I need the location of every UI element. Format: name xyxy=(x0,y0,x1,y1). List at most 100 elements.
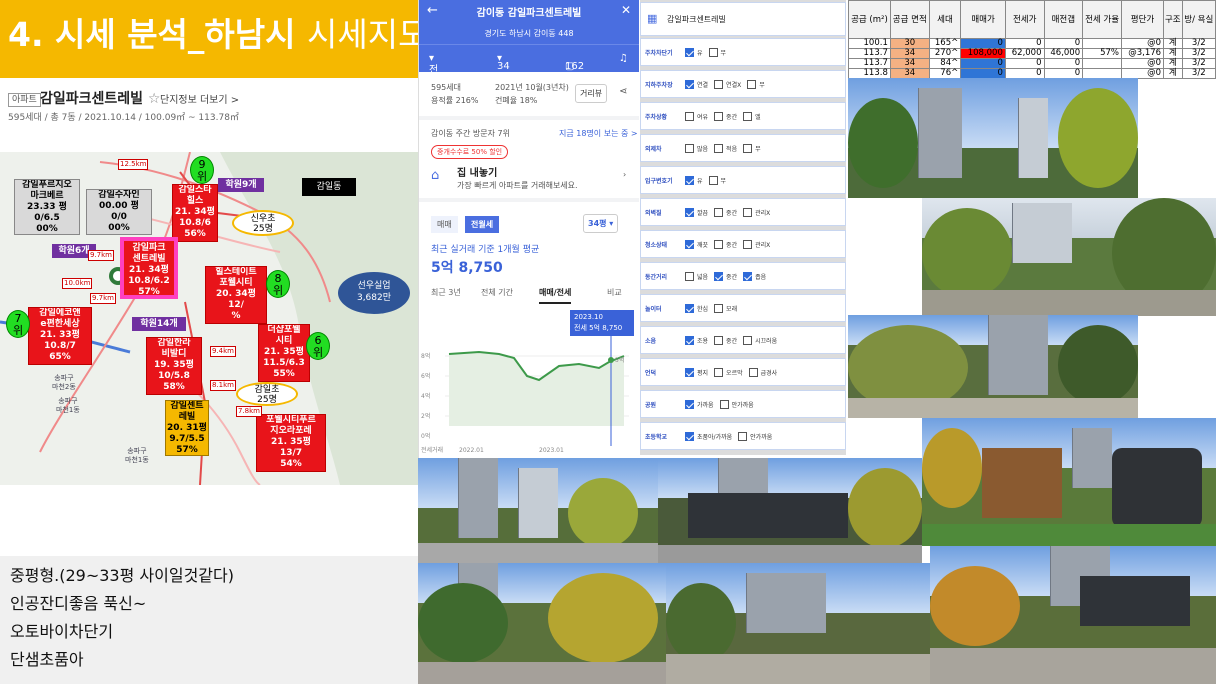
checkbox-option[interactable]: 유 xyxy=(685,175,703,185)
checkbox-checked[interactable] xyxy=(714,271,724,281)
checkbox-option[interactable]: 모래 xyxy=(714,303,737,313)
checkbox-unchecked[interactable] xyxy=(743,239,753,249)
complex-info-link[interactable]: 단지정보 더보기 > xyxy=(160,91,239,106)
tab-sale[interactable]: 매매 xyxy=(431,216,458,233)
checkbox-unchecked[interactable] xyxy=(685,271,694,281)
checkbox-checked[interactable] xyxy=(685,431,694,441)
map-box-hillstate[interactable]: 힐스테이트 포웰시티 20. 34평 12/ % xyxy=(205,266,267,324)
checkbox-unchecked[interactable] xyxy=(685,143,694,153)
checkbox-unchecked[interactable] xyxy=(714,143,724,153)
checkbox-option[interactable]: 조용 xyxy=(685,335,708,345)
checkbox-checked[interactable] xyxy=(685,239,694,249)
checkbox-option[interactable]: 한심 xyxy=(685,303,708,313)
checkbox-option[interactable]: 중간 xyxy=(714,111,737,121)
checkbox-option[interactable]: 시끄러움 xyxy=(743,335,777,345)
bell-icon[interactable]: ♫ xyxy=(619,53,628,64)
size-select[interactable]: 34평 ▾ xyxy=(583,214,619,233)
checkbox-unchecked[interactable] xyxy=(685,111,694,121)
checkbox-unchecked[interactable] xyxy=(748,367,758,377)
chart-tab-sale-rent[interactable]: 매매/전세 xyxy=(539,287,572,304)
checkbox-option[interactable]: 연결X xyxy=(714,79,741,89)
checkbox-option[interactable]: 좁음 xyxy=(743,271,766,281)
checkbox-unchecked[interactable] xyxy=(708,175,718,185)
star-icon[interactable]: ☆ xyxy=(148,91,161,107)
price-map[interactable]: 감일푸르지오 마크베르 23.33 평 0/6.5 00% 감일수자인 00.0… xyxy=(0,152,418,485)
checkbox-unchecked[interactable] xyxy=(743,111,753,121)
map-box-ecopark[interactable]: 감일에코앤 e편한세상 21. 33평 10.8/7 65% xyxy=(28,307,92,365)
checkbox-unchecked[interactable] xyxy=(738,431,748,441)
checkbox-option[interactable]: 유 xyxy=(685,47,703,57)
checkbox-option[interactable]: 엘 xyxy=(743,111,761,121)
checkbox-option[interactable]: 가까움 xyxy=(685,399,714,409)
chart-tab-compare[interactable]: 비교 xyxy=(607,287,622,298)
chart-tab-3y[interactable]: 최근 3년 xyxy=(431,287,461,298)
map-box-hanra[interactable]: 감일한라 비발디 19. 35평 10/5.8 58% xyxy=(146,337,202,395)
map-box-powell-prugio[interactable]: 포웰시티푸르 지오라포레 21. 35평 13/7 54% xyxy=(256,414,326,472)
checkbox-option[interactable]: 초품아/가까움 xyxy=(685,431,732,441)
checkbox-option[interactable]: 급경사 xyxy=(748,367,777,377)
checkbox-unchecked[interactable] xyxy=(708,47,718,57)
tab-rent[interactable]: 전월세 xyxy=(465,216,500,233)
chevron-right-icon[interactable]: › xyxy=(623,170,626,179)
checkbox-option[interactable]: 여유 xyxy=(685,111,708,121)
checkbox-unchecked[interactable] xyxy=(719,399,729,409)
checkbox-checked[interactable] xyxy=(685,175,694,185)
map-box-gray1[interactable]: 감일푸르지오 마크베르 23.33 평 0/6.5 00% xyxy=(14,179,80,235)
map-box-gray2[interactable]: 감일수자인 00.00 평 0/0 00% xyxy=(86,189,152,235)
checkbox-option[interactable]: 중간 xyxy=(714,239,737,249)
checkbox-option[interactable]: 깨끗 xyxy=(685,239,708,249)
search-bar[interactable]: ▦ 감일파크센트레빌 xyxy=(640,2,846,36)
close-icon[interactable]: ✕ xyxy=(621,3,631,17)
checkbox-unchecked[interactable] xyxy=(747,79,757,89)
checkbox-checked[interactable] xyxy=(685,399,694,409)
checkbox-checked[interactable] xyxy=(685,47,694,57)
checkbox-option[interactable]: 관리X xyxy=(743,207,770,217)
checkbox-checked[interactable] xyxy=(685,79,694,89)
checkbox-option[interactable]: 많음 xyxy=(685,143,708,153)
checkbox-unchecked[interactable] xyxy=(743,143,753,153)
street-view-button[interactable]: 거리뷰 xyxy=(575,84,608,103)
checkbox-option[interactable]: 깔끔 xyxy=(685,207,708,217)
checkbox-checked[interactable] xyxy=(685,367,694,377)
chart-tab-all[interactable]: 전체 기간 xyxy=(481,287,513,298)
checkbox-option[interactable]: 무 xyxy=(708,47,726,57)
checkbox-unchecked[interactable] xyxy=(714,207,724,217)
checkbox-checked[interactable] xyxy=(685,207,694,217)
share-icon[interactable]: ⋖ xyxy=(619,86,627,97)
checkbox-checked[interactable] xyxy=(685,303,694,313)
map-box-park-centreville[interactable]: 감일파크 센트레빌 21. 34평 10.8/6.2 57% xyxy=(120,237,178,299)
checkbox-unchecked[interactable] xyxy=(743,207,753,217)
checkbox-unchecked[interactable] xyxy=(743,335,753,345)
checkbox-option[interactable]: 연결 xyxy=(685,79,708,89)
sell-home-title[interactable]: 집 내놓기 xyxy=(457,164,497,179)
checkbox-option[interactable]: 적음 xyxy=(714,143,737,153)
checkbox-unchecked[interactable] xyxy=(714,367,724,377)
checkbox-unchecked[interactable] xyxy=(714,303,724,313)
checkbox-option[interactable]: 무 xyxy=(747,79,765,89)
price-chart[interactable]: 8억 6억 4억 2억 0억 전세거래 2022.01 2023.01 5억 xyxy=(419,336,639,460)
checkbox-option[interactable]: 안가까움 xyxy=(738,431,772,441)
map-box-thesharp[interactable]: 더샵포웰 시티 21. 35평 11.5/6.3 55% xyxy=(258,324,310,382)
checkbox-option[interactable]: 중간 xyxy=(714,335,737,345)
checkbox-unchecked[interactable] xyxy=(714,111,724,121)
checkbox-option[interactable]: 안가까움 xyxy=(719,399,754,409)
checkbox-option[interactable]: 무 xyxy=(708,175,726,185)
tab-deal-type[interactable]: 전월세 ▾ xyxy=(429,53,438,106)
checkbox-checked[interactable] xyxy=(685,335,694,345)
map-box-central[interactable]: 감일센트 레빌 20. 31평 9.7/5.5 57% xyxy=(165,400,209,456)
checkbox-option[interactable]: 중간 xyxy=(714,271,737,281)
checkbox-option[interactable]: 넓음 xyxy=(685,271,708,281)
current-viewers-link[interactable]: 지금 18명이 보는 중 > xyxy=(559,128,638,139)
checkbox-unchecked[interactable] xyxy=(714,335,724,345)
checkbox-option[interactable]: 관리X xyxy=(743,239,770,249)
map-box-star-hills[interactable]: 감일스타 힐스 21. 34평 10.8/6 56% xyxy=(172,184,218,242)
tab-size[interactable]: 34평 ▾ xyxy=(497,53,510,87)
checkbox-option[interactable]: 평지 xyxy=(685,367,708,377)
checkbox-unchecked[interactable] xyxy=(714,239,724,249)
search-input[interactable]: 감일파크센트레빌 xyxy=(667,14,726,25)
checkbox-checked[interactable] xyxy=(743,271,753,281)
checkbox-unchecked[interactable] xyxy=(714,79,724,89)
checkbox-option[interactable]: 오르막 xyxy=(714,367,743,377)
checkbox-option[interactable]: 무 xyxy=(743,143,761,153)
checkbox-option[interactable]: 중간 xyxy=(714,207,737,217)
